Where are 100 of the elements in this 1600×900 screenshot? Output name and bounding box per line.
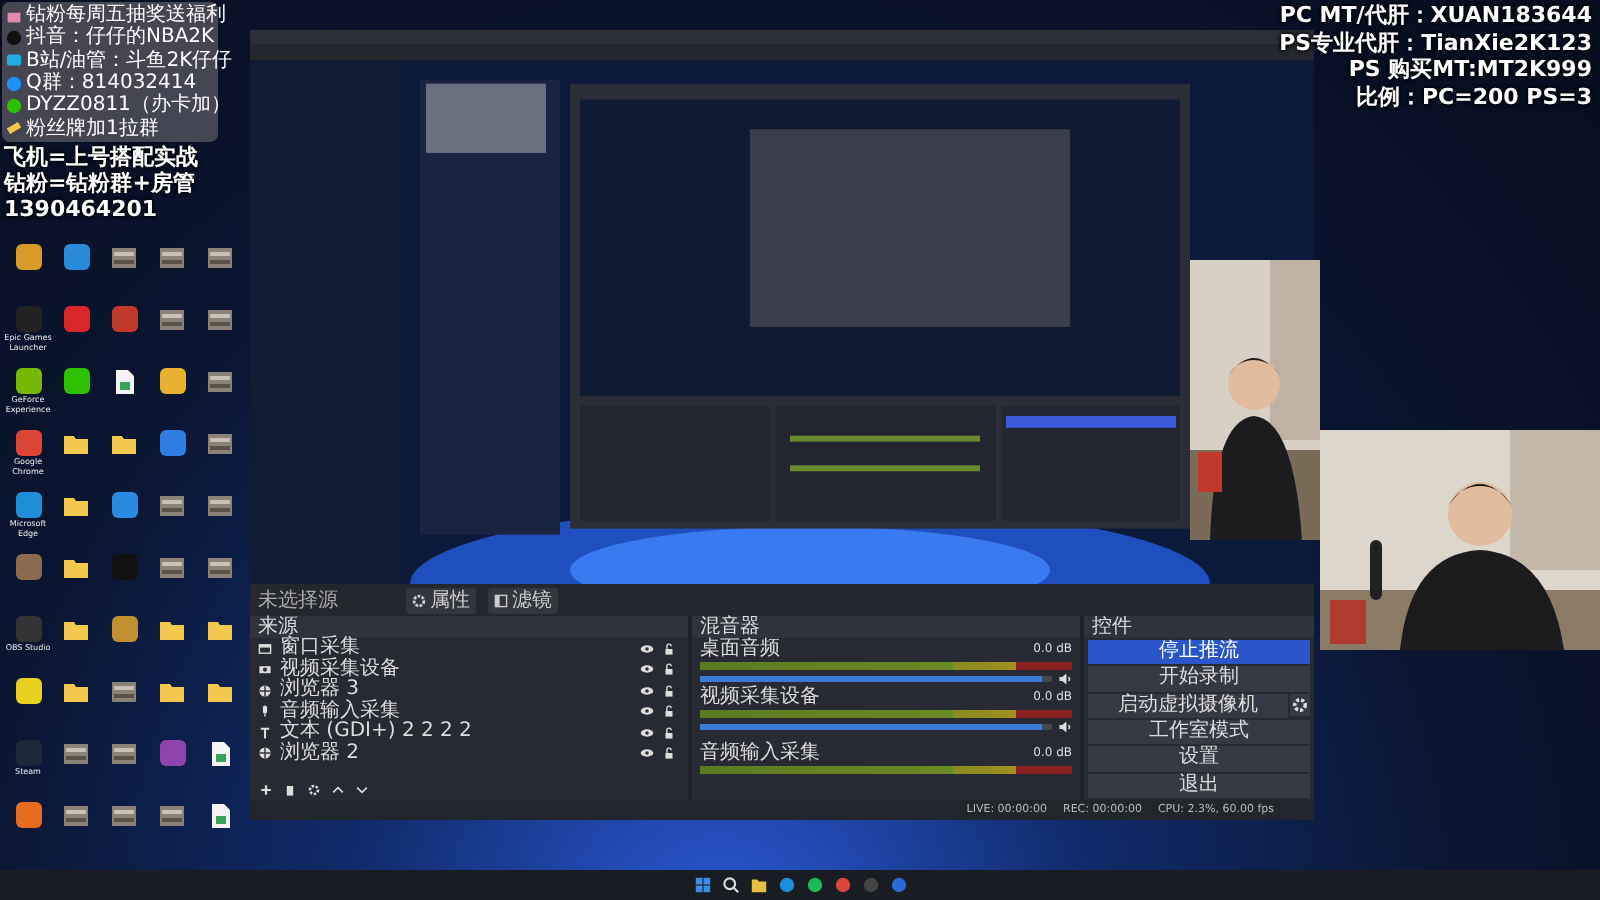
folder-icon[interactable]	[62, 678, 90, 706]
image-file-icon[interactable]	[206, 430, 234, 458]
app-icon[interactable]	[777, 876, 795, 894]
info-text: B站/油管：斗鱼2K仔仔	[26, 49, 233, 72]
control-button[interactable]: 设置	[1088, 746, 1310, 772]
document-icon[interactable]	[110, 368, 138, 396]
settings-icon[interactable]	[1290, 693, 1310, 716]
app-icon[interactable]	[159, 368, 185, 394]
globe-icon	[258, 683, 272, 698]
lock-icon[interactable]	[662, 641, 676, 656]
image-file-icon[interactable]	[110, 802, 138, 830]
source-item[interactable]: 窗口采集	[250, 638, 688, 659]
panel-title: 混音器	[692, 616, 1080, 638]
folder-icon[interactable]	[158, 616, 186, 644]
control-button[interactable]: 退出	[1088, 773, 1310, 798]
down-icon[interactable]	[354, 782, 370, 798]
channel-name: 音频输入采集	[700, 743, 820, 763]
info-text: 钻粉每周五抽奖送福利	[26, 4, 226, 27]
folder-icon[interactable]	[62, 430, 90, 458]
properties-button[interactable]: 属性	[406, 587, 476, 613]
folder-icon[interactable]	[62, 554, 90, 582]
start-icon[interactable]	[693, 876, 711, 894]
image-file-icon[interactable]	[62, 740, 90, 768]
volume-slider[interactable]	[700, 675, 1052, 681]
control-button[interactable]: 工作室模式	[1088, 719, 1310, 745]
folder-icon[interactable]	[749, 876, 767, 894]
app-icon[interactable]	[15, 802, 41, 828]
folder-icon[interactable]	[206, 616, 234, 644]
speaker-icon[interactable]	[1058, 671, 1072, 685]
image-file-icon[interactable]	[62, 802, 90, 830]
channel-name: 桌面音频	[700, 639, 780, 659]
image-file-icon[interactable]	[158, 492, 186, 520]
eye-icon[interactable]	[640, 641, 654, 656]
folder-icon[interactable]	[158, 678, 186, 706]
document-icon[interactable]	[206, 740, 234, 768]
filter-icon	[494, 593, 508, 607]
control-button[interactable]: 停止推流	[1088, 640, 1310, 665]
overlay-text: PC MT/代肝：XUAN183644	[1279, 2, 1592, 29]
info-text: 抖音：仔仔的NBA2K	[26, 26, 215, 49]
image-file-icon[interactable]	[158, 802, 186, 830]
overlay-text: PS专业代肝：TianXie2K123	[1279, 29, 1592, 56]
app-icon[interactable]	[15, 678, 41, 704]
volume-slider[interactable]	[700, 723, 1052, 729]
lock-icon[interactable]	[662, 704, 676, 719]
search-icon[interactable]	[721, 876, 739, 894]
image-file-icon[interactable]	[158, 306, 186, 334]
eye-icon[interactable]	[640, 725, 654, 740]
window-icon	[258, 641, 272, 656]
source-item[interactable]: 浏览器 2	[250, 743, 688, 764]
folder-icon[interactable]	[110, 430, 138, 458]
lock-icon[interactable]	[662, 725, 676, 740]
speaker-icon[interactable]	[1058, 719, 1072, 733]
add-icon[interactable]	[258, 782, 274, 798]
app-icon[interactable]	[111, 616, 137, 642]
up-icon[interactable]	[330, 782, 346, 798]
source-item[interactable]: 浏览器 3	[250, 680, 688, 701]
image-file-icon[interactable]	[110, 244, 138, 272]
app-icon[interactable]	[63, 244, 89, 270]
info-text: 粉丝牌加1拉群	[26, 117, 159, 140]
text-icon	[258, 725, 272, 740]
app-icon[interactable]	[805, 876, 823, 894]
app-icon[interactable]	[15, 244, 41, 270]
eye-icon[interactable]	[640, 746, 654, 761]
app-icon[interactable]	[15, 492, 41, 518]
app-icon[interactable]	[63, 368, 89, 394]
eye-icon[interactable]	[640, 683, 654, 698]
source-item[interactable]: 视频采集设备	[250, 659, 688, 680]
trash-icon[interactable]	[282, 782, 298, 798]
image-file-icon[interactable]	[158, 554, 186, 582]
channel-name: 视频采集设备	[700, 687, 820, 707]
eye-icon[interactable]	[640, 704, 654, 719]
lock-icon[interactable]	[662, 662, 676, 677]
source-item[interactable]: 音频输入采集	[250, 701, 688, 722]
image-file-icon[interactable]	[206, 306, 234, 334]
panel-title: 来源	[250, 616, 688, 638]
control-button[interactable]: 启动虚拟摄像机	[1088, 693, 1288, 718]
filters-button[interactable]: 滤镜	[488, 587, 558, 613]
app-icon[interactable]	[15, 368, 41, 394]
eye-icon[interactable]	[640, 662, 654, 677]
source-item[interactable]: 文本 (GDI+) 2 2 2 2	[250, 722, 688, 743]
camera-icon	[258, 662, 272, 677]
folder-icon[interactable]	[206, 678, 234, 706]
image-file-icon[interactable]	[206, 492, 234, 520]
image-file-icon[interactable]	[206, 244, 234, 272]
image-file-icon[interactable]	[110, 678, 138, 706]
gear-icon	[412, 593, 426, 607]
image-file-icon[interactable]	[206, 368, 234, 396]
image-file-icon[interactable]	[110, 740, 138, 768]
overlay-text: 1390464201	[4, 196, 160, 222]
folder-icon[interactable]	[62, 616, 90, 644]
folder-icon[interactable]	[62, 492, 90, 520]
lock-icon[interactable]	[662, 746, 676, 761]
image-file-icon[interactable]	[206, 554, 234, 582]
settings-icon[interactable]	[306, 782, 322, 798]
image-file-icon[interactable]	[158, 244, 186, 272]
lock-icon[interactable]	[662, 683, 676, 698]
overlay-text: 比例：PC=200 PS=3	[1356, 83, 1592, 110]
document-icon[interactable]	[206, 802, 234, 830]
control-button[interactable]: 开始录制	[1088, 666, 1310, 692]
app-icon[interactable]	[111, 492, 137, 518]
